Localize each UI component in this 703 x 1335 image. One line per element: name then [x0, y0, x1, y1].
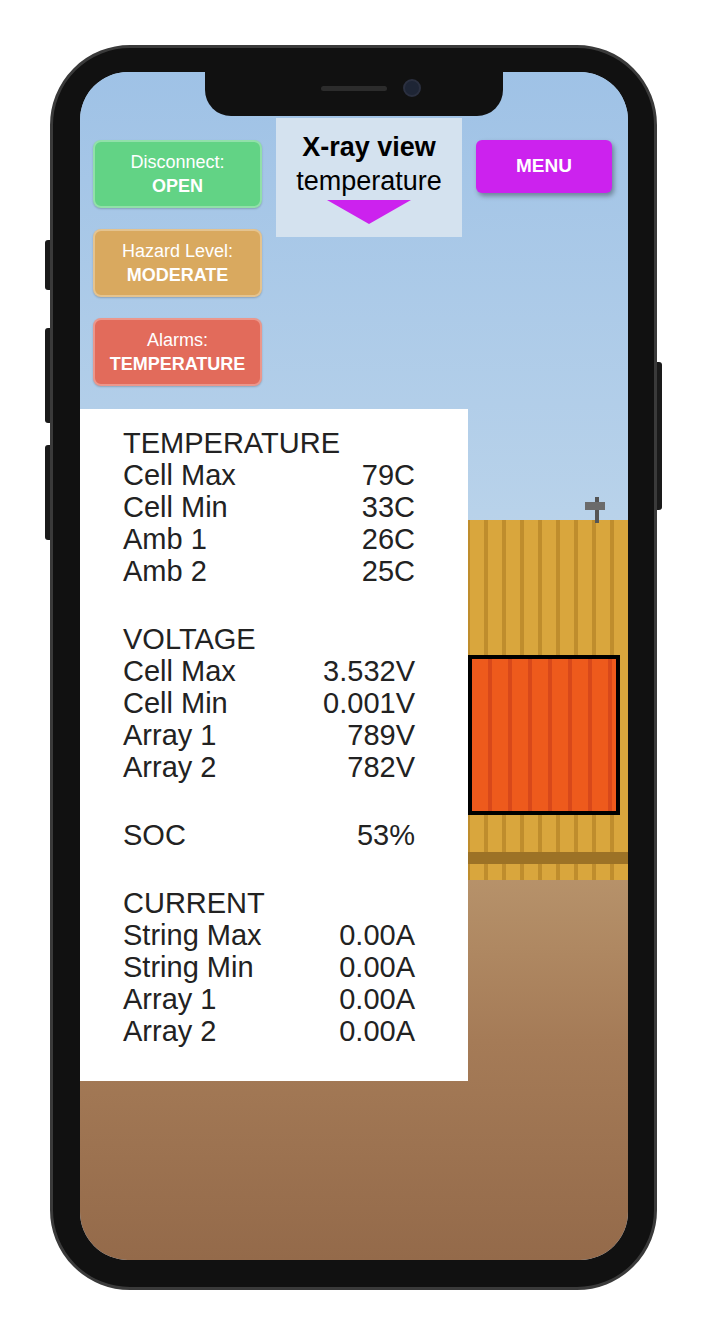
reading-label: SOC — [123, 819, 186, 851]
status-column: Disconnect:OPEN Hazard Level:MODERATE Alar… — [93, 140, 262, 386]
status-button[interactable]: Hazard Level:MODERATE — [93, 229, 262, 297]
reading-label: Array 2 — [123, 1015, 216, 1047]
camera-icon — [403, 79, 421, 97]
reading-label: Cell Max — [123, 459, 236, 491]
status-label: Alarms: — [147, 328, 208, 352]
readings-section: VOLTAGECell Max3.532VCell Min0.001VArray… — [123, 623, 468, 783]
speaker-icon — [321, 86, 387, 91]
section-title: CURRENT — [123, 887, 468, 919]
menu-button[interactable]: MENU — [476, 140, 612, 193]
readings-section: CURRENTString Max0.00AString Min0.00AArr… — [123, 887, 468, 1047]
readings-section: TEMPERATURECell Max 79C Cell Min 33C Amb 1 26… — [123, 427, 468, 587]
readings-section: SOC 53% — [123, 819, 468, 851]
reading-value: 789V — [347, 719, 415, 751]
reading-value: 25C — [362, 555, 415, 587]
readings-panel: TEMPERATURECell Max79CCell Min33CAmb 126… — [80, 409, 468, 1081]
status-label: Hazard Level: — [122, 239, 233, 263]
reading-row: String Min 0.00A — [123, 951, 415, 983]
view-mode: temperature — [296, 164, 442, 198]
reading-value: 33C — [362, 491, 415, 523]
status-button[interactable]: Disconnect:OPEN — [93, 140, 262, 208]
reading-label: Array 2 — [123, 751, 216, 783]
reading-row: Amb 2 25C — [123, 555, 415, 587]
view-title: X-ray view — [302, 130, 436, 164]
reading-value: 79C — [362, 459, 415, 491]
reading-value: 26C — [362, 523, 415, 555]
reading-row: Array 2 0.00A — [123, 1015, 415, 1047]
reading-row: Cell Max 79C — [123, 459, 415, 491]
section-title: VOLTAGE — [123, 623, 468, 655]
reading-row: Amb 1 26C — [123, 523, 415, 555]
reading-label: Cell Max — [123, 655, 236, 687]
status-button[interactable]: Alarms:TEMPERATURE — [93, 318, 262, 386]
reading-row: Cell Max 3.532V — [123, 655, 415, 687]
status-label: Disconnect: — [130, 150, 224, 174]
view-selector[interactable]: X-ray viewtemperature — [276, 118, 462, 237]
reading-row: Array 2 782V — [123, 751, 415, 783]
reading-value: 0.00A — [339, 983, 415, 1015]
notch — [205, 72, 503, 116]
reading-label: Amb 1 — [123, 523, 207, 555]
xray-highlight[interactable] — [468, 655, 620, 815]
reading-row: Cell Min 33C — [123, 491, 415, 523]
phone-frame: Disconnect:OPEN Hazard Level:MODERATE Alar… — [50, 45, 657, 1290]
reading-row: String Max 0.00A — [123, 919, 415, 951]
reading-value: 53% — [357, 819, 415, 851]
reading-label: Array 1 — [123, 983, 216, 1015]
status-value: OPEN — [152, 174, 203, 198]
section-title: TEMPERATURE — [123, 427, 468, 459]
reading-value: 782V — [347, 751, 415, 783]
status-value: TEMPERATURE — [110, 352, 246, 376]
reading-row: SOC 53% — [123, 819, 415, 851]
reading-label: Array 1 — [123, 719, 216, 751]
phone-screen: Disconnect:OPEN Hazard Level:MODERATE Alar… — [80, 72, 628, 1260]
reading-value: 0.00A — [339, 951, 415, 983]
reading-value: 0.00A — [339, 1015, 415, 1047]
reading-value: 0.00A — [339, 919, 415, 951]
reading-row: Array 1 789V — [123, 719, 415, 751]
reading-row: Array 1 0.00A — [123, 983, 415, 1015]
reading-label: String Min — [123, 951, 254, 983]
reading-label: Amb 2 — [123, 555, 207, 587]
reading-value: 0.001V — [323, 687, 415, 719]
status-value: MODERATE — [127, 263, 229, 287]
reading-label: Cell Min — [123, 687, 228, 719]
reading-row: Cell Min 0.001V — [123, 687, 415, 719]
dropdown-arrow-icon[interactable] — [327, 200, 411, 224]
reading-value: 3.532V — [323, 655, 415, 687]
reading-label: Cell Min — [123, 491, 228, 523]
reading-label: String Max — [123, 919, 262, 951]
